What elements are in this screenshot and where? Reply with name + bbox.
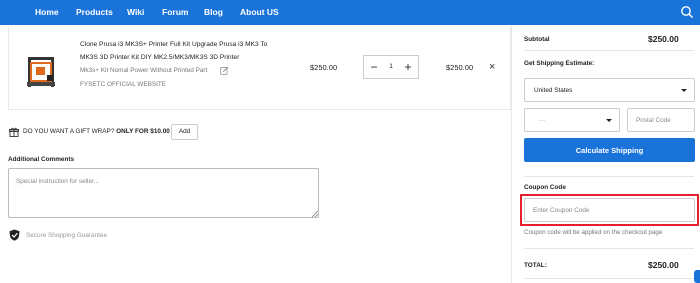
- country-select-value: United States: [534, 87, 573, 94]
- divider: [524, 50, 694, 51]
- gift-icon: [9, 127, 19, 137]
- add-gift-wrap-button[interactable]: Add: [171, 124, 198, 140]
- product-vendor: FYSETC OFFICIAL WEBSITE: [80, 81, 167, 88]
- product-variant: Mk3s+ Kit Nomal Power Without Printed Pa…: [80, 67, 208, 74]
- edit-icon[interactable]: [220, 66, 229, 75]
- resize-handle-icon[interactable]: [311, 210, 318, 217]
- remove-item-icon[interactable]: ×: [489, 61, 495, 73]
- comments-label: Additional Comments: [8, 156, 75, 163]
- line-total: $250.00: [446, 63, 474, 72]
- subtotal-label: Subtotal: [524, 36, 550, 43]
- gift-wrap-question: DO YOU WANT A GIFT WRAP?: [23, 128, 115, 135]
- product-title[interactable]: Clone Prusa i3 MK3S+ Printer Full Kit Up…: [80, 39, 280, 64]
- product-thumbnail[interactable]: [24, 55, 58, 89]
- nav-about-us[interactable]: About US: [240, 0, 279, 25]
- nav-wiki[interactable]: Wiki: [127, 0, 144, 25]
- coupon-code-field[interactable]: [524, 198, 695, 222]
- quantity-value[interactable]: 1: [380, 56, 402, 78]
- nav-forum[interactable]: Forum: [162, 0, 188, 25]
- coupon-code-label: Coupon Code: [524, 184, 566, 191]
- chevron-down-icon: [606, 119, 612, 122]
- increase-quantity-button[interactable]: +: [400, 56, 416, 78]
- divider: [524, 248, 694, 249]
- nav-home[interactable]: Home: [35, 0, 59, 25]
- shield-check-icon: [9, 229, 20, 241]
- coupon-note: Coupon code will be applied on the check…: [524, 229, 663, 236]
- secure-shopping-text: Secure Shopping Guarantee: [26, 232, 108, 239]
- nav-blog[interactable]: Blog: [204, 0, 223, 25]
- gift-wrap-prompt: DO YOU WANT A GIFT WRAP? ONLY FOR $10.00: [23, 128, 170, 135]
- top-navbar: Home Products Wiki Forum Blog About US: [0, 0, 700, 25]
- region-select-value: ---: [539, 117, 546, 124]
- divider: [524, 176, 694, 177]
- unit-price: $250.00: [310, 63, 338, 72]
- country-select[interactable]: United States: [524, 78, 695, 102]
- comments-field[interactable]: [8, 168, 319, 218]
- divider: [524, 278, 694, 279]
- quantity-stepper: − 1 +: [363, 55, 419, 79]
- shipping-estimate-label: Get Shipping Estimate:: [524, 60, 595, 67]
- side-tab-handle[interactable]: [694, 270, 700, 283]
- postal-code-field[interactable]: [627, 108, 695, 132]
- search-icon[interactable]: [680, 5, 694, 19]
- chevron-down-icon: [681, 89, 687, 92]
- region-select[interactable]: ---: [524, 108, 620, 132]
- total-value: $250.00: [648, 260, 679, 270]
- gift-wrap-offer: ONLY FOR $10.00: [116, 128, 170, 135]
- nav-products[interactable]: Products: [76, 0, 113, 25]
- calculate-shipping-button[interactable]: Calculate Shipping: [524, 138, 695, 162]
- total-label: TOTAL:: [524, 262, 547, 269]
- subtotal-value: $250.00: [648, 34, 679, 44]
